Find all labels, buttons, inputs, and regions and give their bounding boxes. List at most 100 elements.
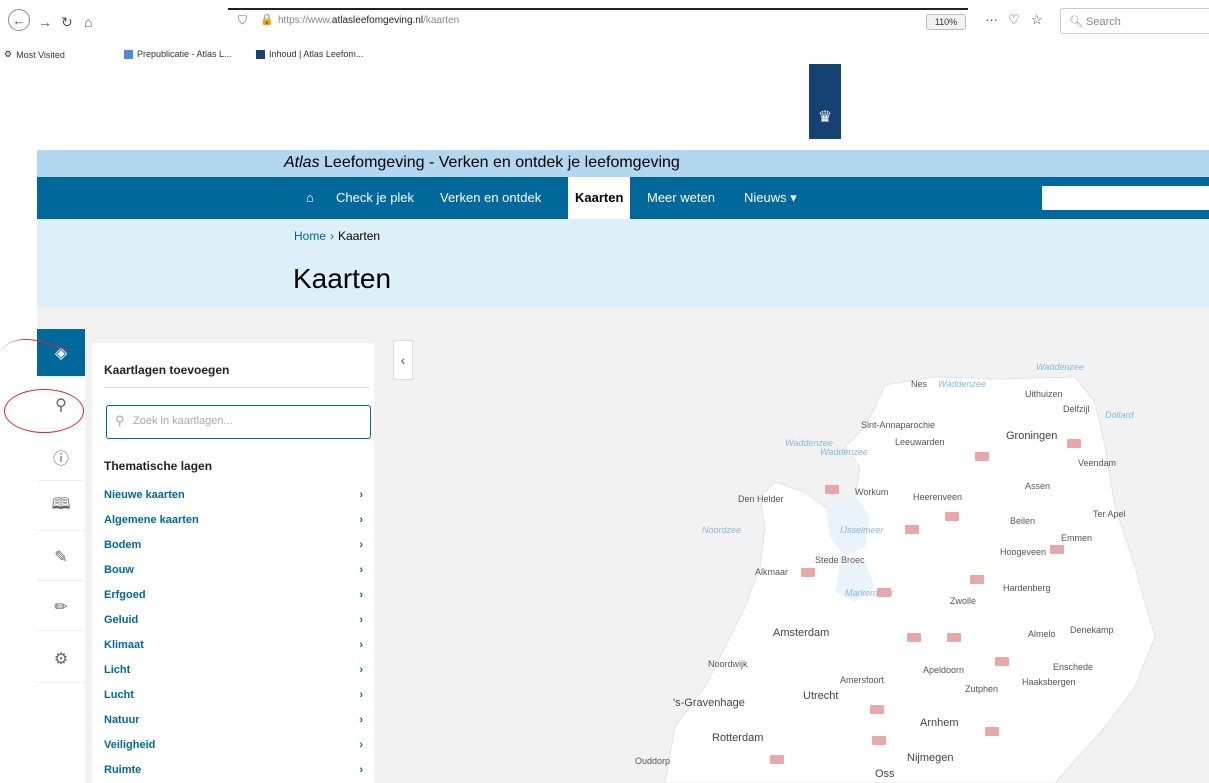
road-shield-icon bbox=[975, 452, 989, 461]
browser-search-placeholder: Search bbox=[1086, 16, 1121, 28]
map-label: Apeldoorn bbox=[923, 665, 965, 675]
breadcrumb-separator: › bbox=[330, 229, 335, 243]
browser-search-input[interactable]: 🔍︎ Search bbox=[1060, 8, 1209, 34]
layer-label: Geluid bbox=[104, 614, 139, 626]
layer-veiligheid[interactable]: Veiligheid › bbox=[104, 739, 369, 751]
pocket-icon[interactable]: ♡ bbox=[1008, 12, 1020, 28]
layer-label: Veiligheid bbox=[104, 739, 156, 751]
layer-label: Lucht bbox=[104, 689, 134, 701]
road-shield-icon bbox=[870, 705, 884, 714]
layer-nieuwe-kaarten[interactable]: Nieuwe kaarten › bbox=[104, 489, 369, 501]
road-shield-icon bbox=[877, 588, 891, 597]
map-label: Dollard bbox=[1105, 410, 1134, 420]
layer-bouw[interactable]: Bouw › bbox=[104, 564, 369, 576]
info-icon[interactable]: ⓘ bbox=[37, 433, 85, 481]
map-label: Uithuizen bbox=[1025, 389, 1063, 399]
breadcrumb-home[interactable]: Home bbox=[294, 229, 326, 243]
chevron-right-icon: › bbox=[359, 639, 363, 651]
chevron-right-icon: › bbox=[359, 664, 363, 676]
map-book-icon[interactable]: 🕮 bbox=[37, 483, 85, 531]
site-title-bar: Atlas Leefomgeving - Verken en ontdek je… bbox=[37, 150, 1209, 177]
search-icon: 🔍︎ bbox=[1069, 16, 1083, 28]
bookmark-star-icon[interactable]: ☆ bbox=[1031, 12, 1043, 28]
map-label: Enschede bbox=[1053, 662, 1094, 672]
map-label: Nes bbox=[911, 379, 928, 389]
bookmark-most-visited[interactable]: ⚙ Most Visited bbox=[4, 49, 65, 60]
chevron-right-icon: › bbox=[359, 564, 363, 576]
collapse-panel-button[interactable]: ‹ bbox=[393, 340, 413, 380]
nav-home-icon[interactable]: ⌂ bbox=[299, 177, 321, 219]
layer-erfgoed[interactable]: Erfgoed › bbox=[104, 589, 369, 601]
nav-kaarten[interactable]: Kaarten bbox=[568, 177, 631, 219]
url-text: https://www.atlasleefomgeving.nl/kaarten bbox=[278, 15, 460, 26]
layer-search-placeholder: Zoek in kaartlagen... bbox=[133, 415, 233, 427]
page-header: Home › Kaarten Kaarten bbox=[37, 219, 1209, 307]
panel-divider bbox=[104, 387, 369, 388]
layer-natuur[interactable]: Natuur › bbox=[104, 714, 369, 726]
nav-verken-en-ontdek[interactable]: Verken en ontdek bbox=[433, 177, 548, 219]
map-label: 's-Gravenhage bbox=[673, 697, 745, 709]
layer-panel: Kaartlagen toevoegen ⚲ Zoek in kaartlage… bbox=[92, 343, 374, 783]
map-label: Stede Broec bbox=[815, 555, 865, 565]
bookmarks-bar: ⚙ Most Visited Prepublicatie - Atlas L...… bbox=[0, 44, 1209, 64]
map-label: Delfzijl bbox=[1063, 404, 1090, 414]
road-shield-icon bbox=[905, 525, 919, 534]
layer-ruimte[interactable]: Ruimte › bbox=[104, 764, 369, 776]
map-label: Waddenzee bbox=[938, 379, 986, 389]
map-label: Beilen bbox=[1010, 516, 1036, 526]
map-label: Ouddorp bbox=[635, 756, 671, 766]
site-title[interactable]: Atlas Leefomgeving - Verken en ontdek je… bbox=[284, 154, 680, 172]
breadcrumb: Home › Kaarten bbox=[294, 229, 380, 243]
chevron-right-icon: › bbox=[359, 714, 363, 726]
map-label: Denekamp bbox=[1070, 625, 1114, 635]
map-label: Groningen bbox=[1006, 430, 1058, 442]
zoom-badge[interactable]: 110% bbox=[926, 14, 966, 30]
netherlands-landmass bbox=[664, 376, 1156, 783]
road-shield-icon bbox=[945, 512, 959, 521]
site-title-rest: Leefomgeving - Verken en ontdek je leefo… bbox=[319, 154, 680, 171]
nav-nieuws[interactable]: Nieuws ▾ bbox=[737, 177, 804, 219]
nav-check-je-plek[interactable]: Check je plek bbox=[329, 177, 421, 219]
road-shield-icon bbox=[947, 633, 961, 642]
back-arrow-icon[interactable]: ← bbox=[8, 9, 30, 31]
map-label: Amersfoort bbox=[840, 675, 885, 685]
rijksoverheid-logo[interactable]: ♛ bbox=[809, 64, 841, 139]
gear-icon: ⚙ bbox=[4, 49, 13, 59]
forward-arrow-icon[interactable]: → bbox=[38, 14, 52, 30]
layer-search-input[interactable]: ⚲ Zoek in kaartlagen... bbox=[106, 405, 371, 439]
more-actions-icon[interactable]: ··· bbox=[985, 12, 998, 27]
map-label: Heerenveen bbox=[913, 492, 963, 502]
chevron-right-icon: › bbox=[359, 689, 363, 701]
road-shield-icon bbox=[801, 568, 815, 577]
layer-algemene-kaarten[interactable]: Algemene kaarten › bbox=[104, 514, 369, 526]
layer-klimaat[interactable]: Klimaat › bbox=[104, 639, 369, 651]
pencil-icon[interactable]: ✏ bbox=[37, 583, 85, 631]
layer-geluid[interactable]: Geluid › bbox=[104, 614, 369, 626]
browser-toolbar: ← → ↻ ⌂ ⛉ 🔒 https://www.atlasleefomgevin… bbox=[0, 0, 1209, 44]
address-bar[interactable]: ⛉ 🔒 https://www.atlasleefomgeving.nl/kaa… bbox=[228, 8, 968, 32]
reload-icon[interactable]: ↻ bbox=[61, 14, 73, 31]
lock-icon[interactable]: 🔒 bbox=[260, 13, 274, 26]
tracking-shield-icon[interactable]: ⛉ bbox=[238, 13, 247, 28]
map-label: Assen bbox=[1025, 481, 1051, 491]
bookmark-prepublicatie[interactable]: Prepublicatie - Atlas L... bbox=[124, 49, 232, 59]
layer-lucht[interactable]: Lucht › bbox=[104, 689, 369, 701]
map-label: Zwolle bbox=[950, 596, 977, 606]
nav-meer-weten[interactable]: Meer weten bbox=[640, 177, 722, 219]
layer-licht[interactable]: Licht › bbox=[104, 664, 369, 676]
site-search-input[interactable] bbox=[1042, 186, 1209, 210]
layer-label: Klimaat bbox=[104, 639, 144, 651]
map-label: Hardenberg bbox=[1003, 583, 1051, 593]
map-label: Nijmegen bbox=[907, 752, 954, 764]
map-label: Noordzee bbox=[702, 525, 742, 535]
map-label: Noordwijk bbox=[708, 659, 748, 669]
map-canvas[interactable]: Waddenzee Waddenzee Waddenzee Waddenzee … bbox=[415, 307, 1209, 783]
bookmark-label: Inhoud | Atlas Leefom... bbox=[269, 49, 364, 59]
road-shield-icon bbox=[985, 727, 999, 736]
layer-bodem[interactable]: Bodem › bbox=[104, 539, 369, 551]
settings-gear-icon[interactable]: ⚙ bbox=[37, 635, 85, 683]
bookmark-inhoud[interactable]: Inhoud | Atlas Leefom... bbox=[256, 49, 363, 59]
ruler-icon[interactable]: ✎ bbox=[37, 533, 85, 581]
home-icon[interactable]: ⌂ bbox=[84, 14, 92, 30]
map-label: Oss bbox=[875, 768, 895, 780]
